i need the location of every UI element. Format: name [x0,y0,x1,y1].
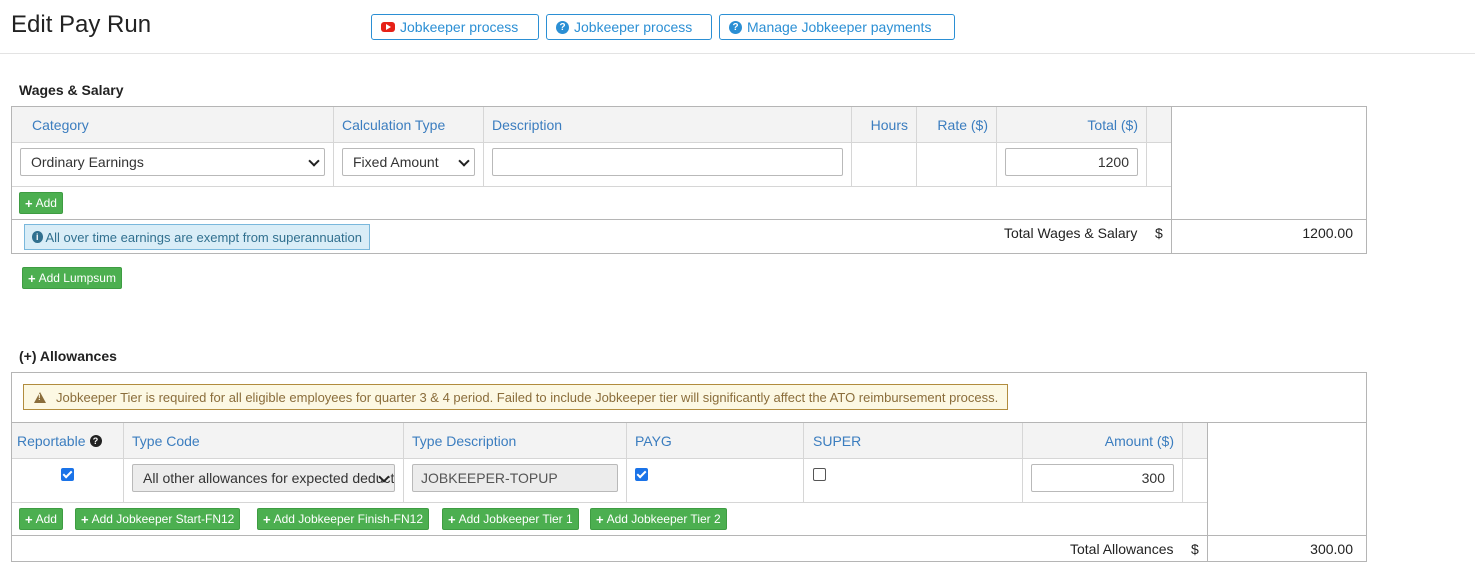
chevron-down-icon [308,155,320,167]
col-total: Total ($) [1087,117,1138,133]
plus-icon: + [81,511,89,527]
category-select-value: Ordinary Earnings [31,154,144,170]
question-circle-icon: ? [729,20,742,34]
calculation-type-value: Fixed Amount [353,154,439,170]
category-select[interactable]: Ordinary Earnings [20,148,325,176]
amount-input[interactable]: 300 [1031,464,1174,492]
total-wages-value: 1200.00 [1302,225,1353,241]
jobkeeper-warning-text: Jobkeeper Tier is required for all eligi… [56,389,999,405]
allowances-section-title: (+) Allowances [19,348,117,364]
total-allowances-value: 300.00 [1310,541,1353,557]
add-lumpsum-label: Add Lumpsum [38,271,116,285]
header-divider [0,53,1475,54]
col-description: Description [492,117,563,133]
col-reportable-label: Reportable [17,433,86,449]
type-code-select[interactable]: All other allowances for expected deduct… [132,464,395,492]
question-circle-icon[interactable]: ? [89,435,102,447]
jobkeeper-warning-alert: Jobkeeper Tier is required for all eligi… [23,384,1008,410]
total-allowances-label: Total Allowances [1070,541,1174,557]
manage-jobkeeper-button[interactable]: ? Manage Jobkeeper payments [719,14,955,40]
calculation-type-select[interactable]: Fixed Amount [342,148,475,176]
plus-icon: + [596,511,604,527]
add-allowance-button[interactable]: + Add [19,508,63,530]
add-lumpsum-button[interactable]: + Add Lumpsum [22,267,122,289]
add-jobkeeper-tier2-label: Add Jobkeeper Tier 2 [606,512,721,526]
type-code-value: All other allowances for expected deduct… [143,470,395,486]
add-allowance-label: Add [35,512,57,526]
super-checkbox[interactable] [813,468,826,481]
col-super: SUPER [813,433,862,449]
col-hours: Hours [870,117,908,133]
wages-section-title: Wages & Salary [19,82,124,98]
col-rate: Rate ($) [937,117,988,133]
col-type-description: Type Description [412,433,517,449]
add-jobkeeper-start-button[interactable]: + Add Jobkeeper Start-FN12 [75,508,241,530]
plus-icon: + [263,511,271,527]
add-jobkeeper-tier2-button[interactable]: + Add Jobkeeper Tier 2 [590,508,727,530]
jobkeeper-help-label: Jobkeeper process [574,19,693,35]
total-input[interactable]: 1200 [1005,148,1138,176]
plus-icon: + [448,511,456,527]
add-jobkeeper-tier1-button[interactable]: + Add Jobkeeper Tier 1 [442,508,579,530]
superannuation-info-alert: i All over time earnings are exempt from… [24,224,370,250]
add-wage-button[interactable]: + Add [19,192,63,214]
add-jobkeeper-finish-label: Add Jobkeeper Finish-FN12 [273,512,424,526]
plus-icon: + [25,511,33,527]
jobkeeper-help-button[interactable]: ? Jobkeeper process [546,14,712,40]
info-circle-icon: i [32,231,43,243]
total-wages-label: Total Wages & Salary [1004,225,1138,241]
plus-icon: + [28,270,36,286]
total-wages-currency: $ [1155,225,1163,241]
manage-jobkeeper-label: Manage Jobkeeper payments [747,19,932,35]
add-jobkeeper-finish-button[interactable]: + Add Jobkeeper Finish-FN12 [257,508,430,530]
add-jobkeeper-tier1-label: Add Jobkeeper Tier 1 [458,512,573,526]
col-payg: PAYG [635,433,672,449]
col-calculation-type: Calculation Type [342,117,446,133]
superannuation-info-text: All over time earnings are exempt from s… [45,229,363,245]
col-amount: Amount ($) [1104,433,1174,449]
col-type-code: Type Code [132,433,200,449]
page-title: Edit Pay Run [11,11,152,38]
type-description-input[interactable]: JOBKEEPER-TOPUP [412,464,618,492]
youtube-icon [381,22,395,32]
col-category: Category [32,117,89,133]
description-input[interactable] [492,148,843,176]
add-jobkeeper-start-label: Add Jobkeeper Start-FN12 [91,512,235,526]
chevron-down-icon [458,155,470,167]
payg-checkbox[interactable] [635,468,648,481]
total-allowances-currency: $ [1191,541,1199,557]
add-wage-label: Add [35,196,57,210]
question-circle-icon: ? [556,20,569,34]
plus-icon: + [25,195,33,211]
jobkeeper-video-label: Jobkeeper process [400,19,519,35]
jobkeeper-video-button[interactable]: Jobkeeper process [371,14,539,40]
reportable-checkbox[interactable] [61,468,74,481]
warning-icon [34,391,46,403]
col-reportable: Reportable ? [17,433,102,449]
